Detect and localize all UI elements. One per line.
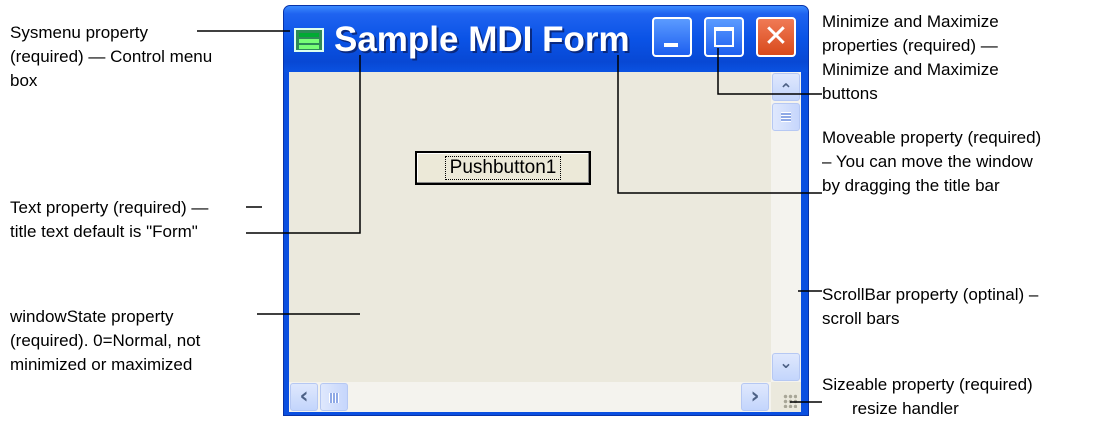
leader-moveable	[617, 55, 822, 194]
leader-minmax	[717, 48, 822, 95]
leader-text-property	[246, 55, 361, 234]
leader-lines	[197, 30, 822, 403]
